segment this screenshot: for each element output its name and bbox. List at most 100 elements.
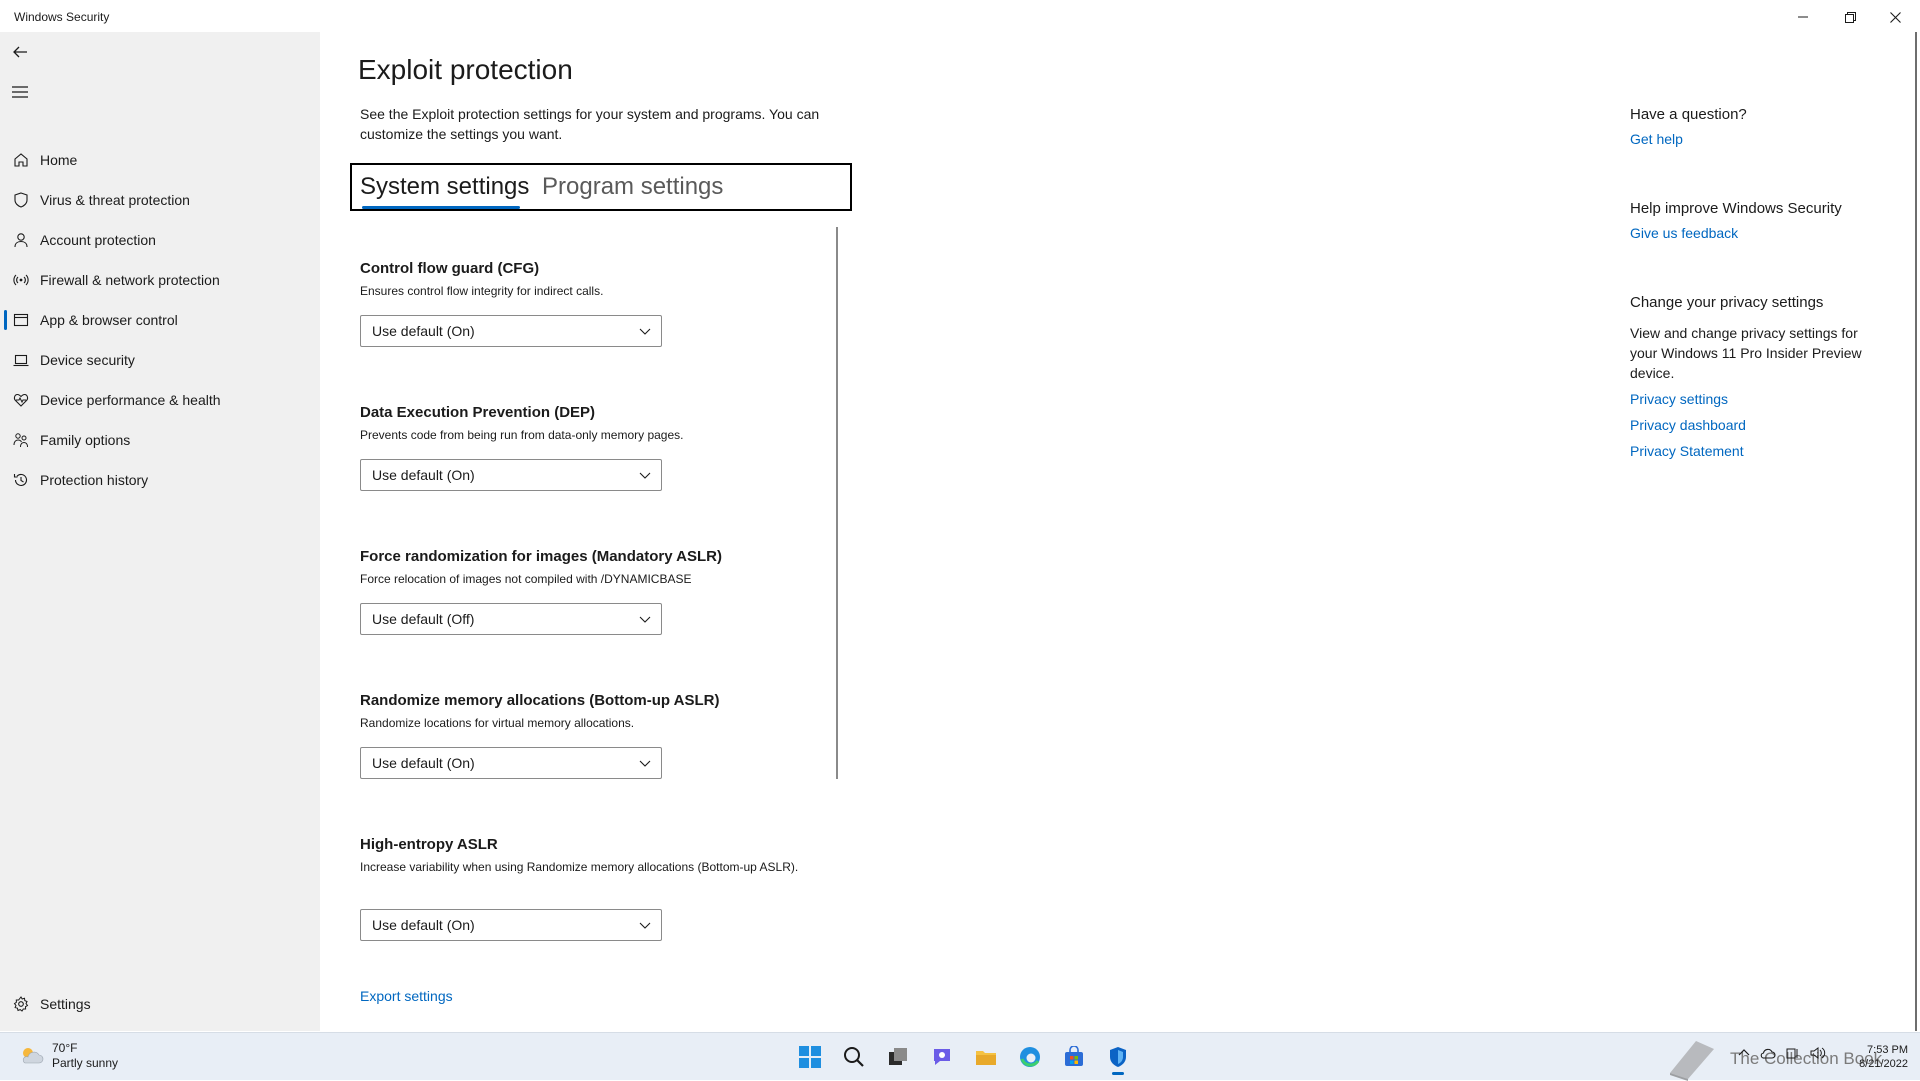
section-heading: Help improve Windows Security [1630,200,1842,217]
back-button[interactable] [8,40,32,64]
file-explorer-button[interactable] [964,1039,1008,1075]
dropdown-value: Use default (On) [372,467,475,483]
volume-icon[interactable] [1810,1047,1826,1059]
sidebar-item-device-performance[interactable]: Device performance & health [0,380,320,420]
setting-mandatory-aslr: Force randomization for images (Mandator… [360,548,820,635]
back-arrow-icon [13,46,27,58]
clock[interactable]: 7:53 PM 8/21/2022 [1842,1043,1908,1071]
sidebar-item-label: Account protection [40,232,156,248]
windows-security-icon [1110,1047,1126,1067]
clock-time: 7:53 PM [1867,1044,1908,1056]
dropdown-value: Use default (Off) [372,611,475,627]
sidebar-item-label: App & browser control [40,312,178,328]
sidebar-item-firewall[interactable]: Firewall & network protection [0,260,320,300]
content-scrollbar[interactable] [836,227,838,779]
privacy-dashboard-link[interactable]: Privacy dashboard [1630,417,1870,433]
dropdown-value: Use default (On) [372,323,475,339]
give-feedback-link[interactable]: Give us feedback [1630,225,1870,241]
title-bar: Windows Security [0,0,1920,32]
restore-button[interactable] [1827,4,1873,30]
active-tab-indicator [362,206,520,209]
close-icon [1889,11,1901,23]
tab-bar: System settings Program settings [350,163,852,211]
privacy-settings-link[interactable]: Privacy settings [1630,391,1870,407]
app-window-icon [12,311,30,329]
sidebar-item-app-browser[interactable]: App & browser control [0,300,320,340]
clock-date: 8/21/2022 [1859,1058,1908,1070]
hamburger-menu-button[interactable] [8,80,32,104]
chevron-down-icon [639,760,651,767]
chevron-up-icon[interactable] [1738,1047,1750,1059]
main-content: Exploit protection See the Exploit prote… [320,32,1920,1031]
weather-widget[interactable]: 70°F Partly sunny [18,1041,118,1071]
sidebar-item-label: Device security [40,352,135,368]
chevron-down-icon [639,616,651,623]
search-icon [844,1047,864,1067]
sidebar: Home Virus & threat protection Account p… [0,32,320,1031]
get-help-link[interactable]: Get help [1630,131,1870,147]
cloud-icon[interactable] [1760,1047,1776,1059]
sidebar-item-settings[interactable]: Settings [0,984,320,1024]
improve-section: Help improve Windows Security Give us fe… [1630,200,1870,241]
setting-description: Ensures control flow integrity for indir… [360,284,604,298]
wifi-antenna-icon [12,271,30,289]
task-view-button[interactable] [876,1039,920,1075]
gear-icon [12,995,30,1013]
sidebar-item-virus-threat[interactable]: Virus & threat protection [0,180,320,220]
minimize-icon [1798,16,1808,18]
setting-description: Force relocation of images not compiled … [360,572,692,586]
search-button[interactable] [832,1039,876,1075]
weather-temp: 70°F [52,1041,78,1055]
setting-dep: Data Execution Prevention (DEP) Prevents… [360,404,820,491]
high-entropy-aslr-dropdown[interactable]: Use default (On) [360,909,662,941]
sidebar-item-device-security[interactable]: Device security [0,340,320,380]
setting-description: Increase variability when using Randomiz… [360,860,799,874]
windows-security-button[interactable] [1096,1039,1140,1075]
privacy-description: View and change privacy settings for you… [1630,325,1862,381]
setting-description: Randomize locations for virtual memory a… [360,716,635,730]
cfg-dropdown[interactable]: Use default (On) [360,315,662,347]
window-scrollbar[interactable] [1915,32,1917,1031]
privacy-statement-link[interactable]: Privacy Statement [1630,443,1870,459]
sidebar-item-label: Settings [40,996,91,1012]
sidebar-item-family[interactable]: Family options [0,420,320,460]
page-description: See the Exploit protection settings for … [360,106,820,142]
export-settings-link[interactable]: Export settings [360,988,453,1004]
dep-dropdown[interactable]: Use default (On) [360,459,662,491]
dropdown-value: Use default (On) [372,755,475,771]
history-icon [12,471,30,489]
chevron-down-icon [639,922,651,929]
chat-icon [934,1049,950,1065]
chat-button[interactable] [920,1039,964,1075]
tab-program-settings[interactable]: Program settings [542,173,723,201]
minimize-button[interactable] [1780,4,1826,30]
tab-system-settings[interactable]: System settings [360,173,529,201]
setting-title: Data Execution Prevention (DEP) [360,404,596,421]
taskbar-apps [788,1039,1140,1075]
privacy-section: Change your privacy settings View and ch… [1630,294,1870,459]
task-view-icon [889,1048,907,1065]
setting-high-entropy-aslr: High-entropy ASLR Increase variability w… [360,836,800,941]
store-button[interactable] [1052,1039,1096,1075]
chevron-down-icon [639,328,651,335]
window-title: Windows Security [14,10,110,24]
sidebar-item-protection-history[interactable]: Protection history [0,460,320,500]
section-heading: Have a question? [1630,106,1747,123]
setting-bottom-up-aslr: Randomize memory allocations (Bottom-up … [360,692,820,779]
sidebar-item-account[interactable]: Account protection [0,220,320,260]
battery-icon[interactable] [1786,1047,1800,1059]
edge-button[interactable] [1008,1039,1052,1075]
close-button[interactable] [1872,4,1918,30]
start-button[interactable] [788,1039,832,1075]
partly-sunny-icon [22,1048,44,1064]
sidebar-item-home[interactable]: Home [0,140,320,180]
file-explorer-icon [976,1051,996,1065]
bottom-up-aslr-dropdown[interactable]: Use default (On) [360,747,662,779]
setting-title: Control flow guard (CFG) [360,260,540,277]
sidebar-item-label: Family options [40,432,131,448]
restore-icon [1844,11,1856,23]
setting-title: Randomize memory allocations (Bottom-up … [360,692,720,709]
store-icon [1065,1046,1083,1066]
mandatory-aslr-dropdown[interactable]: Use default (Off) [360,603,662,635]
sidebar-item-label: Home [40,152,78,168]
